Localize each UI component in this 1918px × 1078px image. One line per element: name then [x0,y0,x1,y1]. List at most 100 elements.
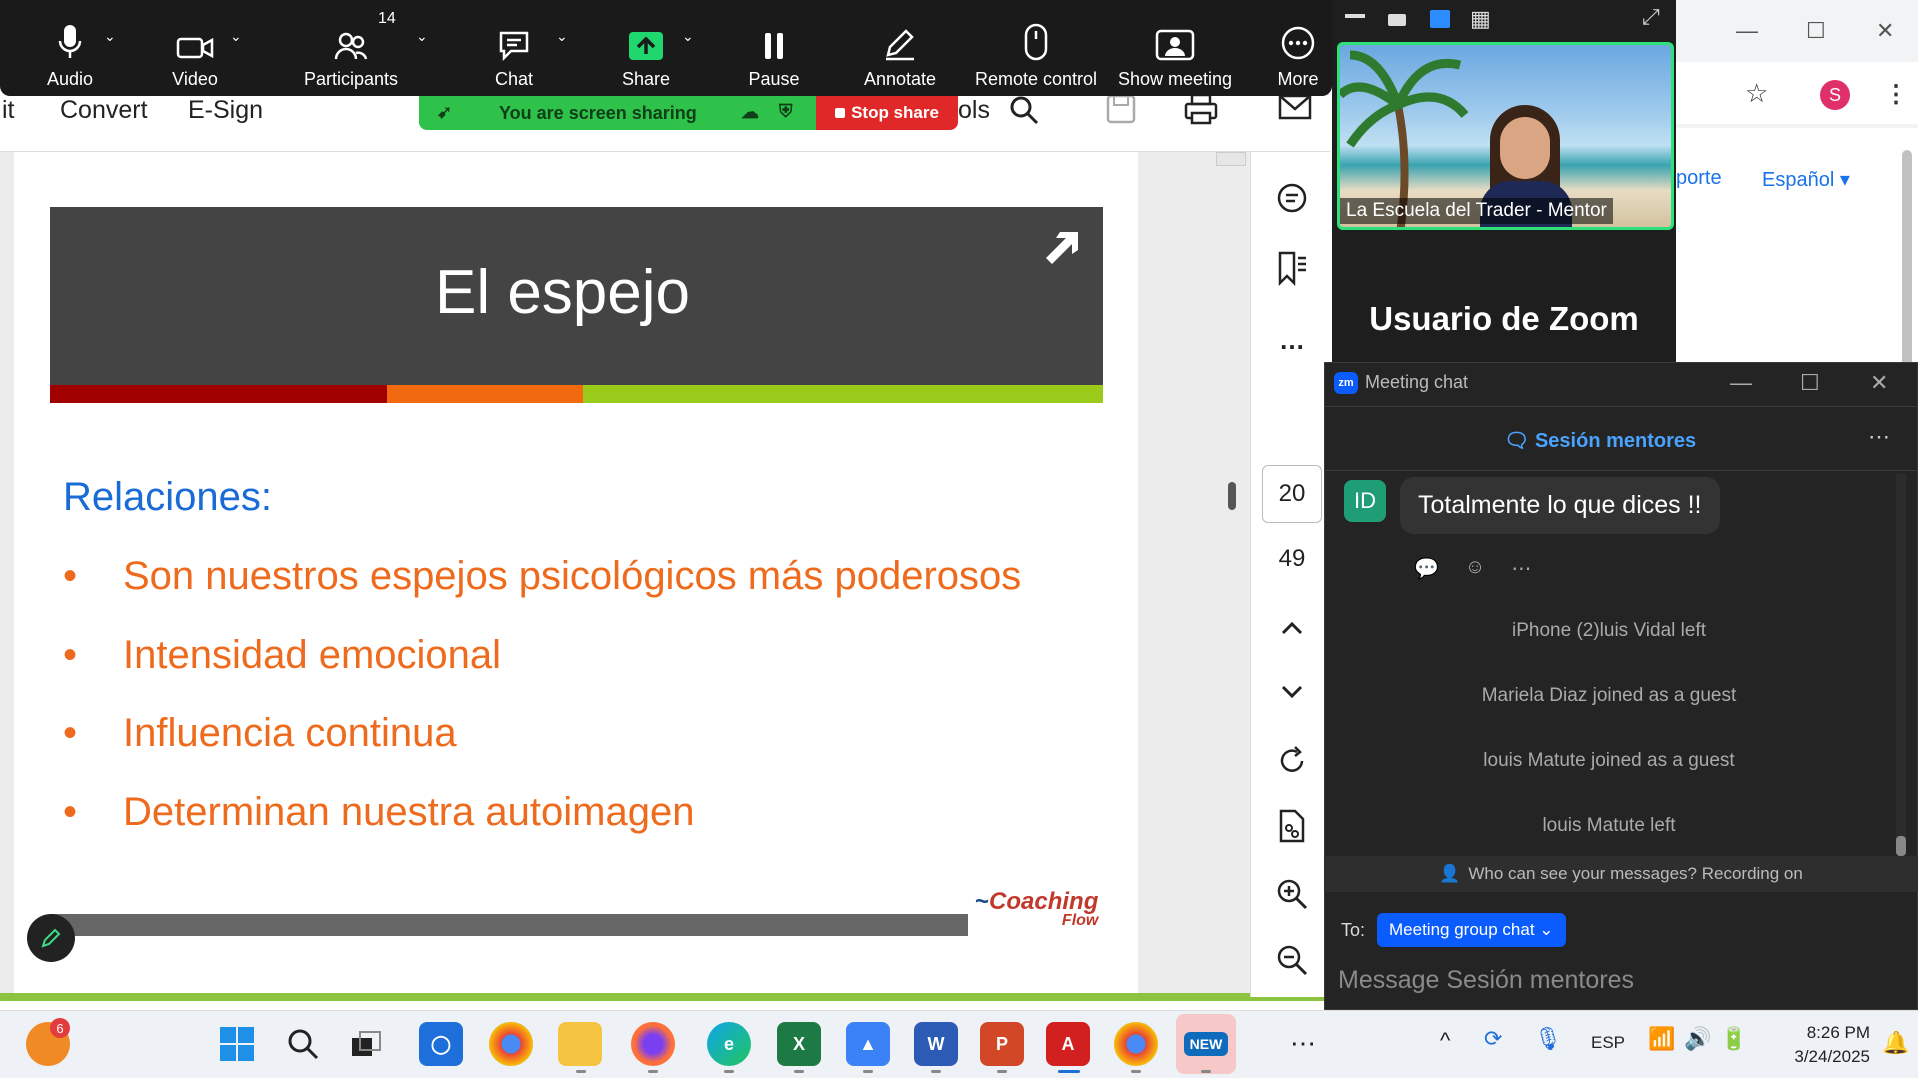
chat-message-input[interactable] [1338,962,1898,998]
close-icon[interactable]: ✕ [1876,18,1894,44]
star-icon[interactable]: ☆ [1745,78,1768,109]
chat-minimize-icon[interactable]: — [1730,370,1752,396]
remote-control-button[interactable]: Remote control [966,0,1106,96]
tray-expand-icon[interactable]: ^ [1440,1028,1450,1054]
zoom-in-icon[interactable] [1272,874,1312,914]
audio-button[interactable]: Audio [30,0,110,96]
share-caret-icon[interactable]: ⌄ [682,28,694,45]
search-icon[interactable] [1008,94,1040,131]
print-icon[interactable] [1183,92,1219,131]
clock-date: 3/24/2025 [1794,1047,1870,1066]
pause-button[interactable]: Pause [734,0,814,96]
video-button[interactable]: Video [155,0,235,96]
clock-time: 8:26 PM [1806,1023,1870,1042]
running-indicator [724,1070,734,1073]
participants-caret-icon[interactable]: ⌄ [416,28,428,45]
firefox-app-icon[interactable] [631,1022,675,1066]
audio-caret-icon[interactable]: ⌄ [104,28,116,45]
chat-message[interactable]: Totalmente lo que dices !! [1400,477,1720,534]
expand-icon[interactable]: ⤢ [1642,4,1660,30]
reply-icon[interactable]: 💬 [1414,556,1439,581]
chat-more-icon[interactable]: ⋯ [1868,424,1890,450]
bookmark-icon[interactable] [1272,248,1312,288]
word-app-icon[interactable]: W [914,1022,958,1066]
pencil-icon [886,29,914,61]
annotate-pen-button[interactable] [27,914,75,962]
browser-menu-icon[interactable]: ⋮ [1884,80,1908,109]
outlook-new-app-icon[interactable]: NEW [1176,1014,1236,1074]
search-taskbar-icon[interactable] [281,1022,325,1066]
comment-icon[interactable] [1272,178,1312,218]
notification-bell-icon[interactable]: 🔔 [1882,1030,1909,1056]
more-button[interactable]: More [1266,0,1330,96]
active-indicator [1058,1070,1080,1073]
chat-close-icon[interactable]: ✕ [1870,370,1888,396]
chat-button[interactable]: Chat [474,0,554,96]
system-clock[interactable]: 8:26 PM 3/24/2025 [1758,1021,1870,1069]
email-icon[interactable] [1278,94,1312,127]
recipient-dropdown[interactable]: Meeting group chat ⌄ [1377,913,1566,947]
file-explorer-icon[interactable] [558,1022,602,1066]
battery-icon[interactable]: 🔋 [1720,1026,1747,1052]
excel-app-icon[interactable]: X [777,1022,821,1066]
edge-app-icon[interactable]: e [707,1022,751,1066]
minimize-video-icon[interactable] [1345,14,1365,18]
profile-avatar[interactable]: S [1820,80,1850,110]
doc-scrollbar-thumb[interactable] [1228,482,1236,510]
share-icon [629,32,663,60]
previous-page-icon[interactable] [1272,608,1312,648]
system-message: iPhone (2)luis Vidal left [1512,620,1706,641]
chat-scrollbar-thumb[interactable] [1896,836,1906,856]
share-button[interactable]: Share [606,0,686,96]
video-caret-icon[interactable]: ⌄ [230,28,242,45]
minimize-icon[interactable]: — [1736,18,1758,44]
language-indicator[interactable]: ESP [1591,1033,1625,1053]
menu-esign[interactable]: E-Sign [188,96,263,124]
slide-stripe-green [583,385,1103,403]
chat-scrollbar[interactable] [1896,474,1906,854]
speaker-view-icon[interactable] [1388,14,1406,26]
wifi-icon[interactable]: 📶 [1648,1026,1675,1052]
stop-share-button[interactable]: Stop share [816,96,958,130]
chat-caret-icon[interactable]: ⌄ [556,28,568,45]
slide-bullet: • Influencia continua [63,711,457,755]
maximize-icon[interactable]: ☐ [1806,18,1826,44]
message-more-icon[interactable]: ⋯ [1511,556,1531,581]
windows-start-icon[interactable] [215,1022,259,1066]
support-link[interactable]: porte [1676,167,1722,190]
save-icon[interactable] [1104,92,1138,131]
grid-view-icon[interactable]: ▦ [1470,8,1491,30]
page-extract-icon[interactable] [1272,806,1312,846]
scroll-up-area[interactable] [1216,152,1246,166]
menu-tools[interactable]: ols [958,96,990,124]
language-selector[interactable]: Español ▾ [1762,167,1850,192]
sync-icon[interactable]: ⟳ [1484,1026,1502,1052]
chat-session-title[interactable]: 🗨 Sesión mentores [1504,428,1696,453]
volume-icon[interactable]: 🔊 [1684,1026,1711,1052]
emoji-react-icon[interactable]: ☺ [1465,556,1485,581]
chat-privacy-notice[interactable]: 👤 Who can see your messages? Recording o… [1324,856,1918,892]
chrome-profile-app-icon[interactable] [1114,1022,1158,1066]
powerpoint-app-icon[interactable]: P [980,1022,1024,1066]
chat-maximize-icon[interactable]: ☐ [1800,370,1820,396]
menu-edit[interactable]: it [2,96,15,124]
cortana-app-icon[interactable]: ◯ [419,1022,463,1066]
taskbar-overflow-icon[interactable]: ⋯ [1290,1028,1316,1059]
acrobat-app-icon[interactable]: A [1046,1022,1090,1066]
gallery-strip-icon[interactable] [1430,10,1450,28]
page-number-input[interactable]: 20 [1262,465,1322,523]
task-view-icon[interactable] [344,1022,388,1066]
photos-app-icon[interactable]: ▲ [846,1022,890,1066]
zoom-out-icon[interactable] [1272,940,1312,980]
show-meeting-button[interactable]: Show meeting [1110,0,1240,96]
divider [1324,470,1918,471]
next-page-icon[interactable] [1272,672,1312,712]
share-border-line [0,993,1330,1001]
more-options-icon[interactable]: … [1272,320,1312,360]
annotate-button[interactable]: Annotate [855,0,945,96]
menu-convert[interactable]: Convert [60,96,148,124]
chrome-app-icon[interactable] [489,1022,533,1066]
rotate-icon[interactable] [1272,741,1312,781]
input-indicator-icon[interactable]: 🎙 [1534,1026,1562,1052]
camera-icon [176,37,214,59]
